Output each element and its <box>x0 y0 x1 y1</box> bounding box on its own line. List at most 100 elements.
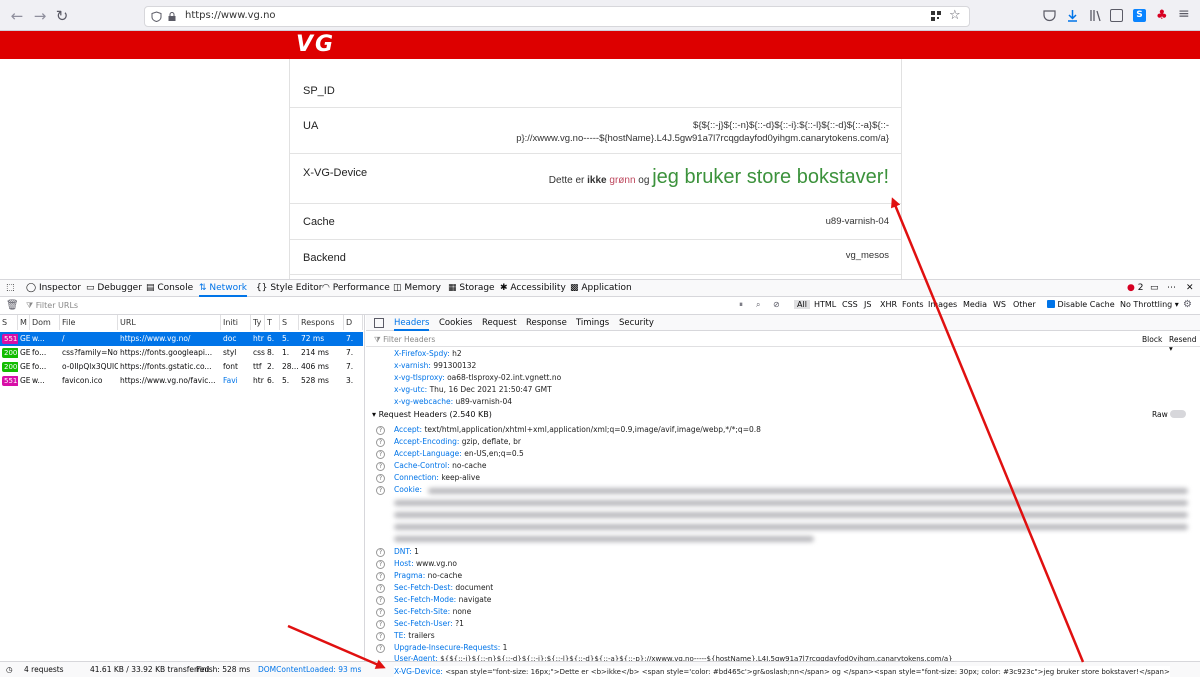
help-icon[interactable]: ? <box>376 474 385 483</box>
col-header[interactable]: URL <box>118 315 221 330</box>
tab-headers[interactable]: Headers <box>394 315 430 331</box>
tab-timings[interactable]: Timings <box>576 315 609 331</box>
response-header[interactable]: X-Firefox-Spdy: h2 <box>394 348 462 360</box>
filter-ws[interactable]: WS <box>993 300 1006 309</box>
request-header[interactable]: Sec-Fetch-User: ?1 <box>394 618 464 630</box>
tab-storage[interactable]: ▦ Storage <box>448 280 495 297</box>
tab-response[interactable]: Response <box>526 315 567 331</box>
request-header-x-vg-device[interactable]: X-VG-Device: <span style="font-size: 16p… <box>394 666 1170 677</box>
library-icon[interactable] <box>1089 9 1102 22</box>
col-header[interactable]: M <box>18 315 30 330</box>
response-header[interactable]: x-vg-utc: Thu, 16 Dec 2021 21:50:47 GMT <box>394 384 552 396</box>
col-header[interactable]: Initi <box>221 315 251 330</box>
col-header[interactable]: T <box>265 315 280 330</box>
filter-headers-input[interactable]: ⧩ Filter Headers <box>374 335 435 345</box>
help-icon[interactable]: ? <box>376 548 385 557</box>
request-header[interactable]: Sec-Fetch-Site: none <box>394 606 471 618</box>
url-bar[interactable]: https://www.vg.no ☆ <box>144 6 970 27</box>
bookmark-star-icon[interactable]: ☆ <box>949 8 961 23</box>
help-icon[interactable]: ? <box>376 450 385 459</box>
col-header[interactable]: Ty <box>251 315 265 330</box>
filter-urls-input[interactable]: ⧩ Filter URLs <box>26 301 78 311</box>
response-header[interactable]: x-varnish: 991300132 <box>394 360 476 372</box>
filter-css[interactable]: CSS <box>842 300 858 309</box>
help-icon[interactable]: ? <box>376 596 385 605</box>
raw-toggle[interactable]: Raw <box>1152 410 1187 419</box>
filter-all[interactable]: All <box>794 300 810 309</box>
search-icon[interactable]: ⌕ <box>756 300 760 310</box>
tab-console[interactable]: ▤ Console <box>146 280 193 297</box>
help-icon[interactable]: ? <box>376 608 385 617</box>
filter-js[interactable]: JS <box>864 300 871 309</box>
filter-xhr[interactable]: XHR <box>880 300 897 309</box>
pocket-icon[interactable] <box>1043 9 1056 22</box>
tab-inspector[interactable]: ◯ Inspector <box>26 280 81 297</box>
block-button[interactable]: Block <box>1142 335 1162 344</box>
request-header[interactable]: DNT: 1 <box>394 546 419 558</box>
request-header[interactable]: TE: trailers <box>394 630 435 642</box>
request-header[interactable]: Connection: keep-alive <box>394 472 480 484</box>
tab-debugger[interactable]: ▭ Debugger <box>86 280 142 297</box>
vg-logo[interactable]: VG <box>296 33 398 57</box>
request-header[interactable]: Cache-Control: no-cache <box>394 460 486 472</box>
response-header[interactable]: x-vg-tlsproxy: oa68-tlsproxy-02.int.vgne… <box>394 372 561 384</box>
error-count-badge[interactable]: ● 2 <box>1127 280 1143 297</box>
pause-icon[interactable]: ⏸ <box>739 300 743 310</box>
extension-puzzle-icon[interactable]: ♣ <box>1156 8 1168 23</box>
throttling-select[interactable]: No Throttling ▾ <box>1120 300 1179 309</box>
forward-icon[interactable]: → <box>30 6 50 26</box>
tab-request[interactable]: Request <box>482 315 517 331</box>
filter-other[interactable]: Other <box>1013 300 1036 309</box>
close-devtools-icon[interactable]: ✕ <box>1186 280 1194 297</box>
tab-style-editor[interactable]: {} Style Editor <box>256 280 322 297</box>
help-icon[interactable]: ? <box>376 644 385 653</box>
resend-button[interactable]: Resend ▾ <box>1169 335 1200 353</box>
extension-icon[interactable]: S <box>1133 9 1146 22</box>
pick-element-icon[interactable]: ⬚ <box>6 280 15 297</box>
filter-images[interactable]: Images <box>928 300 957 309</box>
block-icon[interactable]: ⊘ <box>773 300 780 309</box>
help-icon[interactable]: ? <box>376 632 385 641</box>
request-header[interactable]: Host: www.vg.no <box>394 558 457 570</box>
col-header[interactable]: File <box>60 315 118 330</box>
download-icon[interactable] <box>1066 9 1079 22</box>
response-header[interactable]: x-vg-webcache: u89-varnish-04 <box>394 396 512 408</box>
menu-icon[interactable]: ≡ <box>1178 6 1190 22</box>
more-options-icon[interactable]: ⋯ <box>1167 280 1176 297</box>
request-headers-section[interactable]: ▾ Request Headers (2.540 KB) <box>372 410 492 419</box>
request-header[interactable]: Pragma: no-cache <box>394 570 462 582</box>
tab-security[interactable]: Security <box>619 315 654 331</box>
help-icon[interactable]: ? <box>376 426 385 435</box>
trash-icon[interactable]: 🗑 <box>6 300 19 311</box>
toggle-sidebar-icon[interactable] <box>374 318 384 328</box>
col-header[interactable]: S <box>0 315 18 330</box>
sidebar-icon[interactable] <box>1110 9 1123 22</box>
help-icon[interactable]: ? <box>376 620 385 629</box>
request-header[interactable]: Accept-Language: en-US,en;q=0.5 <box>394 448 524 460</box>
qr-code-icon[interactable] <box>931 11 942 22</box>
help-icon[interactable]: ? <box>376 584 385 593</box>
request-header[interactable]: Sec-Fetch-Dest: document <box>394 582 493 594</box>
col-header[interactable]: D <box>344 315 363 330</box>
help-icon[interactable]: ? <box>376 462 385 471</box>
filter-media[interactable]: Media <box>963 300 987 309</box>
request-header[interactable]: Accept-Encoding: gzip, deflate, br <box>394 436 521 448</box>
col-header[interactable]: Dom <box>30 315 60 330</box>
request-header-cookie[interactable]: Cookie: <box>394 484 422 496</box>
table-row[interactable]: 200 GE fo... o-0IIpQlx3QUlC https://font… <box>0 360 363 374</box>
request-header[interactable]: Sec-Fetch-Mode: navigate <box>394 594 491 606</box>
table-row[interactable]: 551 GE w... favicon.ico https://www.vg.n… <box>0 374 363 388</box>
settings-gear-icon[interactable]: ⚙ <box>1183 299 1192 310</box>
col-header[interactable]: Respons <box>299 315 344 330</box>
help-icon[interactable]: ? <box>376 486 385 495</box>
filter-html[interactable]: HTML <box>814 300 836 309</box>
disable-cache-checkbox[interactable]: Disable Cache <box>1047 300 1115 309</box>
table-row[interactable]: 551 GE w... / https://www.vg.no/ doc htr… <box>0 332 363 346</box>
filter-fonts[interactable]: Fonts <box>902 300 924 309</box>
help-icon[interactable]: ? <box>376 572 385 581</box>
help-icon[interactable]: ? <box>376 438 385 447</box>
table-row[interactable]: 200 GE fo... css?family=Not https://font… <box>0 346 363 360</box>
tab-application[interactable]: ▩ Application <box>570 280 632 297</box>
tab-cookies[interactable]: Cookies <box>439 315 472 331</box>
tab-performance[interactable]: ◠ Performance <box>322 280 390 297</box>
